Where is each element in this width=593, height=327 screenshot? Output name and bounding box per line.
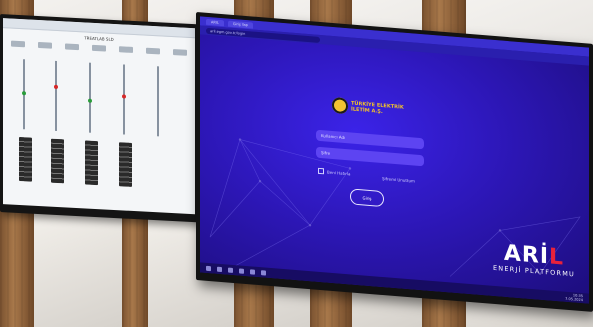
photo-scene: TREATLAB SLD ARIL Giriş Yap aril.egm.gov… [0,0,593,327]
toolbar-button[interactable] [119,46,133,53]
left-monitor-screen: TREATLAB SLD [3,18,195,215]
brand-name-accent: L [549,244,565,271]
breaker-status-indicator[interactable] [122,94,126,99]
switchgear-cabinet[interactable] [51,138,64,184]
app-icon[interactable] [261,269,266,276]
left-monitor: TREATLAB SLD [0,14,201,223]
login-button[interactable]: Giriş [350,188,384,208]
taskbar-clock: 10:35 7.05.2024 [565,293,583,302]
toolbar-button[interactable] [38,41,52,49]
toolbar-button[interactable] [92,44,106,52]
remember-me-label: Beni Hatırla [327,169,351,176]
company-seal-icon [332,96,348,115]
feeder-line [123,64,125,135]
browser-icon[interactable] [250,268,255,275]
breaker-status-indicator[interactable] [22,91,26,96]
start-icon[interactable] [206,265,211,271]
checkbox-icon[interactable] [318,167,324,175]
toolbar-button[interactable] [146,47,160,55]
browser-tab[interactable]: Giriş Yap [227,20,253,29]
toolbar-button[interactable] [11,40,25,48]
feeder-line [55,60,57,131]
switchgear-cabinet[interactable] [119,142,132,187]
switchgear-cabinet[interactable] [19,136,32,182]
company-logo: TÜRKİYE ELEKTRİK İLETİM A.Ş. [332,96,404,119]
toolbar-button[interactable] [173,49,187,56]
switchgear-cabinet[interactable] [85,140,98,186]
toolbar-button[interactable] [65,43,79,51]
task-view-icon[interactable] [228,267,233,273]
browser-tab[interactable]: ARIL [206,18,224,26]
feeder-line [157,66,159,137]
file-explorer-icon[interactable] [239,267,244,274]
breaker-status-indicator[interactable] [54,84,58,90]
search-icon[interactable] [217,266,222,272]
right-monitor: ARIL Giriş Yap aril.egm.gov.tr/login TÜR… [196,12,593,312]
breaker-status-indicator[interactable] [88,98,92,103]
right-monitor-screen: ARIL Giriş Yap aril.egm.gov.tr/login TÜR… [200,16,589,304]
